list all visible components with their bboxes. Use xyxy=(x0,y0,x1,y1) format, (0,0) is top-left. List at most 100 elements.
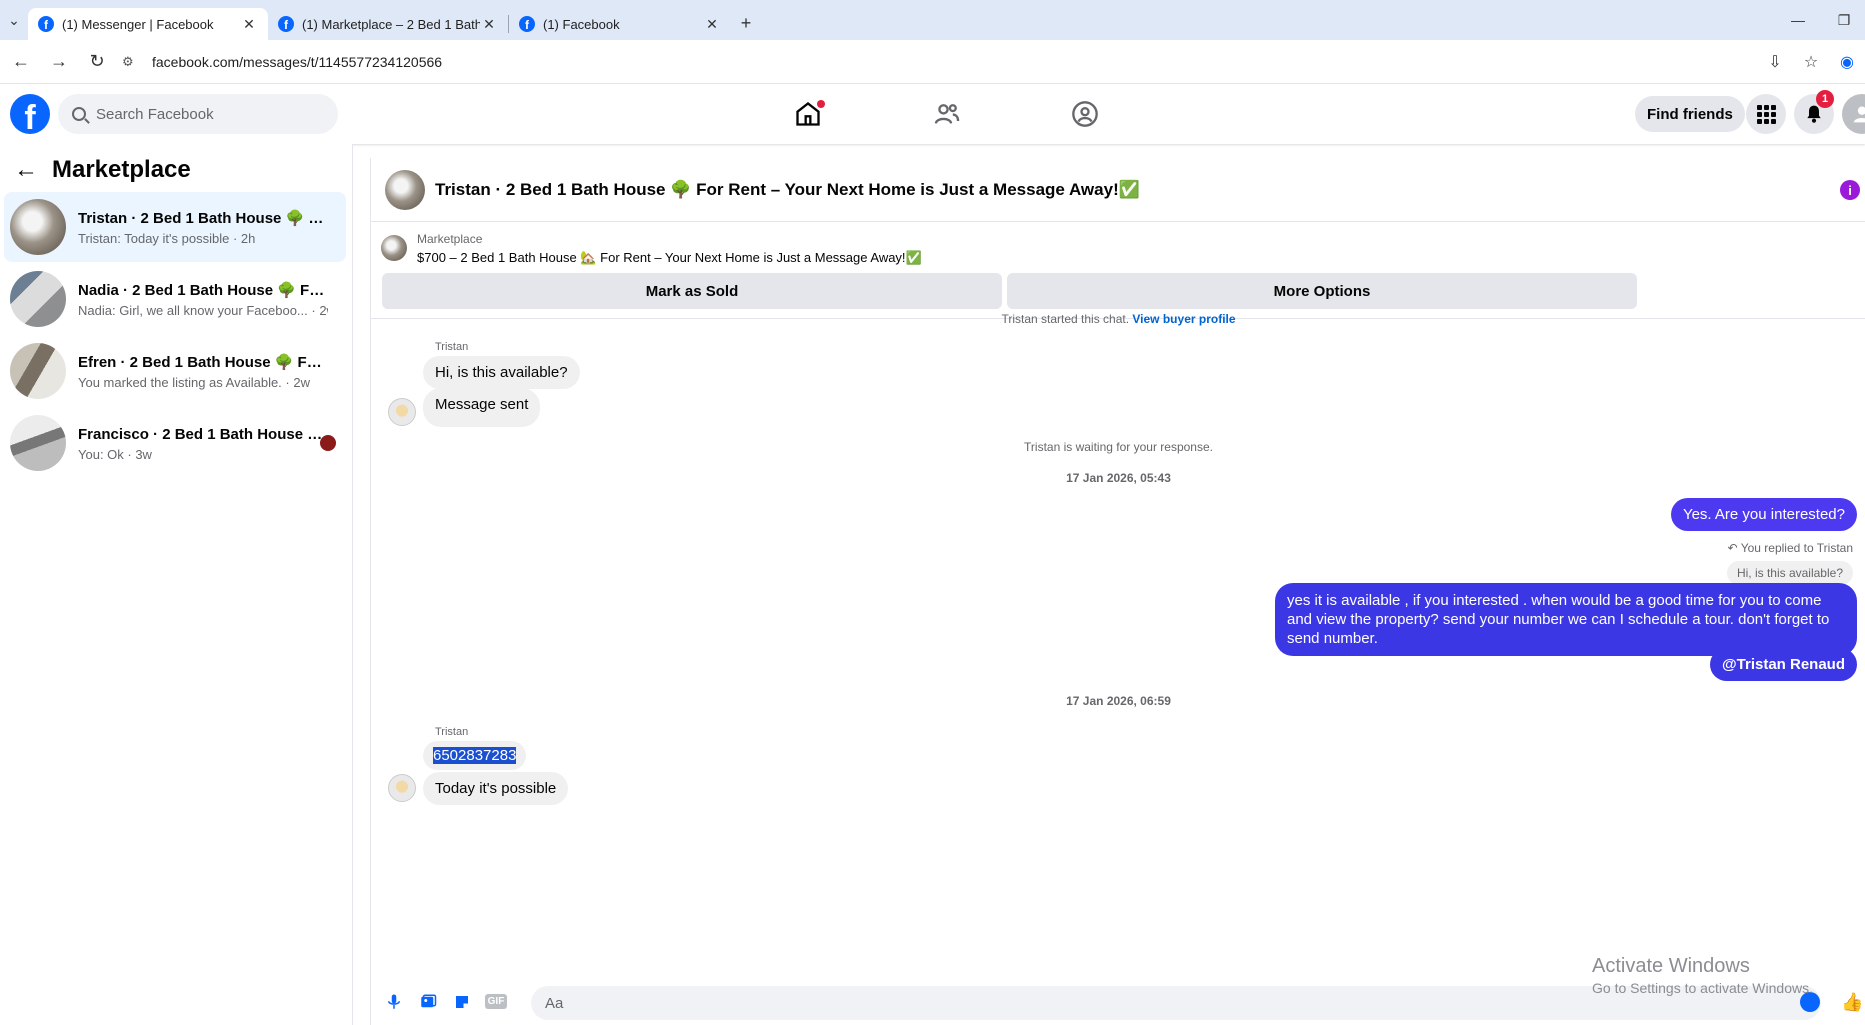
outgoing-message[interactable]: Yes. Are you interested? xyxy=(1670,498,1857,531)
url-text: facebook.com/messages/t/1145577234120566 xyxy=(152,53,443,70)
avatar xyxy=(10,343,66,399)
view-buyer-profile-link[interactable]: View buyer profile xyxy=(1132,312,1235,326)
facebook-favicon-icon: f xyxy=(278,16,294,32)
sender-avatar[interactable] xyxy=(388,774,416,802)
conversation-item-nadia[interactable]: Nadia · 2 Bed 1 Bath House 🌳 For Rent – … xyxy=(4,264,346,334)
menu-button[interactable] xyxy=(1746,94,1786,134)
nav-groups[interactable] xyxy=(1030,84,1140,144)
message-input[interactable] xyxy=(545,994,1645,1012)
sticker-button[interactable] xyxy=(447,987,477,1017)
sender-name: Tristan xyxy=(435,726,469,738)
address-bar[interactable]: ⚙ facebook.com/messages/t/11455772341205… xyxy=(122,45,1742,79)
sender-name: Tristan xyxy=(435,341,469,353)
restore-window-button[interactable]: ❐ xyxy=(1821,0,1865,40)
site-info-icon[interactable]: ⚙ xyxy=(122,54,144,70)
windows-activation-watermark: Activate Windows Go to Settings to activ… xyxy=(1592,955,1813,996)
conversation-name: Efren · 2 Bed 1 Bath House 🌳 For Rent – … xyxy=(78,353,328,371)
close-tab-icon[interactable]: ✕ xyxy=(703,16,721,33)
listing-title: $700 – 2 Bed 1 Bath House 🏡 For Rent – Y… xyxy=(417,250,922,265)
facebook-favicon-icon: f xyxy=(519,16,535,32)
conversation-snippet: Tristan: Today it's possible · 2h xyxy=(78,230,256,246)
toolbar-actions: ⇩ ☆ ◉ xyxy=(1757,40,1865,84)
user-silhouette-icon xyxy=(1853,106,1865,123)
facebook-search[interactable] xyxy=(58,94,338,134)
reply-arrow-icon: ↶ xyxy=(1727,541,1741,555)
conversation-snippet: You: Ok · 3w xyxy=(78,446,152,462)
outgoing-message[interactable]: yes it is available , if you interested … xyxy=(1275,583,1857,656)
conversation-snippet: Nadia: Girl, we all know your Faceboo...… xyxy=(78,302,328,318)
sidebar-title: Marketplace xyxy=(52,156,191,183)
browser-tab-facebook[interactable]: f (1) Facebook ✕ xyxy=(509,8,731,40)
facebook-favicon-icon: f xyxy=(38,16,54,32)
listing-thumbnail xyxy=(381,235,407,261)
back-arrow-icon[interactable]: ← xyxy=(14,156,38,184)
nav-home[interactable] xyxy=(753,84,863,144)
search-icon xyxy=(72,107,86,121)
avatar xyxy=(10,415,66,471)
attach-photo-button[interactable] xyxy=(413,987,443,1017)
incoming-message[interactable]: Hi, is this available? xyxy=(423,356,580,389)
gif-icon: GIF xyxy=(484,994,508,1009)
conversation-name: Francisco · 2 Bed 1 Bath House 🌳 For Ren… xyxy=(78,425,328,443)
photo-icon xyxy=(421,994,437,1007)
sticker-icon xyxy=(456,995,468,1008)
incoming-message[interactable]: Today it's possible xyxy=(423,772,569,805)
gif-button[interactable]: GIF xyxy=(481,987,511,1017)
info-icon[interactable]: i xyxy=(1840,180,1860,200)
more-options-spacer xyxy=(1641,273,1865,309)
chat-started-notice: Tristan started this chat. View buyer pr… xyxy=(1001,312,1236,326)
nav-friends[interactable] xyxy=(892,84,1002,144)
timestamp: 17 Jan 2026, 05:43 xyxy=(1066,471,1171,485)
find-friends-button[interactable]: Find friends xyxy=(1635,96,1745,132)
microphone-button[interactable] xyxy=(379,987,409,1017)
home-notification-dot xyxy=(817,100,825,108)
conversation-name: Tristan · 2 Bed 1 Bath House 🌳 For Rent … xyxy=(78,209,328,227)
notification-badge: 1 xyxy=(1816,90,1834,108)
facebook-logo-icon[interactable]: f xyxy=(10,94,50,134)
replied-message-quote[interactable]: Hi, is this available? xyxy=(1726,561,1853,585)
mark-as-sold-button[interactable]: Mark as Sold xyxy=(382,273,1002,309)
incoming-message[interactable]: Message sent xyxy=(423,388,541,427)
browser-tab-bar: ⌄ f (1) Messenger | Facebook ✕ f (1) Mar… xyxy=(0,0,1865,40)
incoming-message[interactable]: 6502837283 xyxy=(423,741,527,770)
sender-avatar[interactable] xyxy=(388,398,416,426)
grid-menu-icon xyxy=(1756,104,1776,124)
tab-search-dropdown[interactable]: ⌄ xyxy=(0,0,28,40)
conversation-item-tristan[interactable]: Tristan · 2 Bed 1 Bath House 🌳 For Rent … xyxy=(4,192,346,262)
more-options-button[interactable]: More Options xyxy=(1007,273,1637,309)
browser-tab-messenger[interactable]: f (1) Messenger | Facebook ✕ xyxy=(28,8,268,40)
minimize-window-button[interactable]: — xyxy=(1775,0,1821,40)
conversation-item-efren[interactable]: Efren · 2 Bed 1 Bath House 🌳 For Rent – … xyxy=(4,336,346,406)
friends-icon xyxy=(934,104,960,124)
bookmark-star-icon[interactable]: ☆ xyxy=(1793,52,1829,72)
forward-button[interactable]: → xyxy=(42,45,76,79)
account-avatar[interactable] xyxy=(1842,94,1865,134)
groups-icon xyxy=(1072,101,1098,127)
back-button[interactable]: ← xyxy=(4,45,38,79)
browser-toolbar: ← → ↻ ⚙ facebook.com/messages/t/11455772… xyxy=(0,40,1865,84)
browser-tab-marketplace[interactable]: f (1) Marketplace – 2 Bed 1 Bath ✕ xyxy=(268,8,508,40)
avatar xyxy=(10,271,66,327)
install-app-icon[interactable]: ⇩ xyxy=(1757,52,1793,72)
waiting-notice: Tristan is waiting for your response. xyxy=(1024,440,1213,454)
sidebar-header: ← Marketplace xyxy=(14,156,191,184)
close-tab-icon[interactable]: ✕ xyxy=(240,16,258,33)
profile-icon[interactable]: ◉ xyxy=(1829,52,1865,72)
unread-indicator xyxy=(320,435,336,451)
chat-panel: Tristan · 2 Bed 1 Bath House 🌳 For Rent … xyxy=(370,158,1865,1025)
microphone-icon xyxy=(388,994,400,1009)
new-tab-button[interactable]: + xyxy=(731,13,761,34)
reload-button[interactable]: ↻ xyxy=(80,45,114,79)
mention-message[interactable]: @Tristan Renaud xyxy=(1710,648,1857,681)
listing-banner[interactable]: Marketplace $700 – 2 Bed 1 Bath House 🏡 … xyxy=(381,232,922,266)
like-thumb-icon[interactable]: 👍 xyxy=(1841,992,1863,1013)
conversation-item-francisco[interactable]: Francisco · 2 Bed 1 Bath House 🌳 For Ren… xyxy=(4,408,346,478)
chat-avatar[interactable] xyxy=(385,169,425,210)
avatar xyxy=(10,199,66,255)
chat-header: Tristan · 2 Bed 1 Bath House 🌳 For Rent … xyxy=(371,158,1865,222)
chat-title[interactable]: Tristan · 2 Bed 1 Bath House 🌳 For Rent … xyxy=(435,180,1140,200)
close-tab-icon[interactable]: ✕ xyxy=(480,16,498,33)
marketplace-sidebar: ← Marketplace Tristan · 2 Bed 1 Bath Hou… xyxy=(0,144,353,1025)
search-input[interactable] xyxy=(96,105,316,123)
conversation-name: Nadia · 2 Bed 1 Bath House 🌳 For Rent – … xyxy=(78,281,328,299)
